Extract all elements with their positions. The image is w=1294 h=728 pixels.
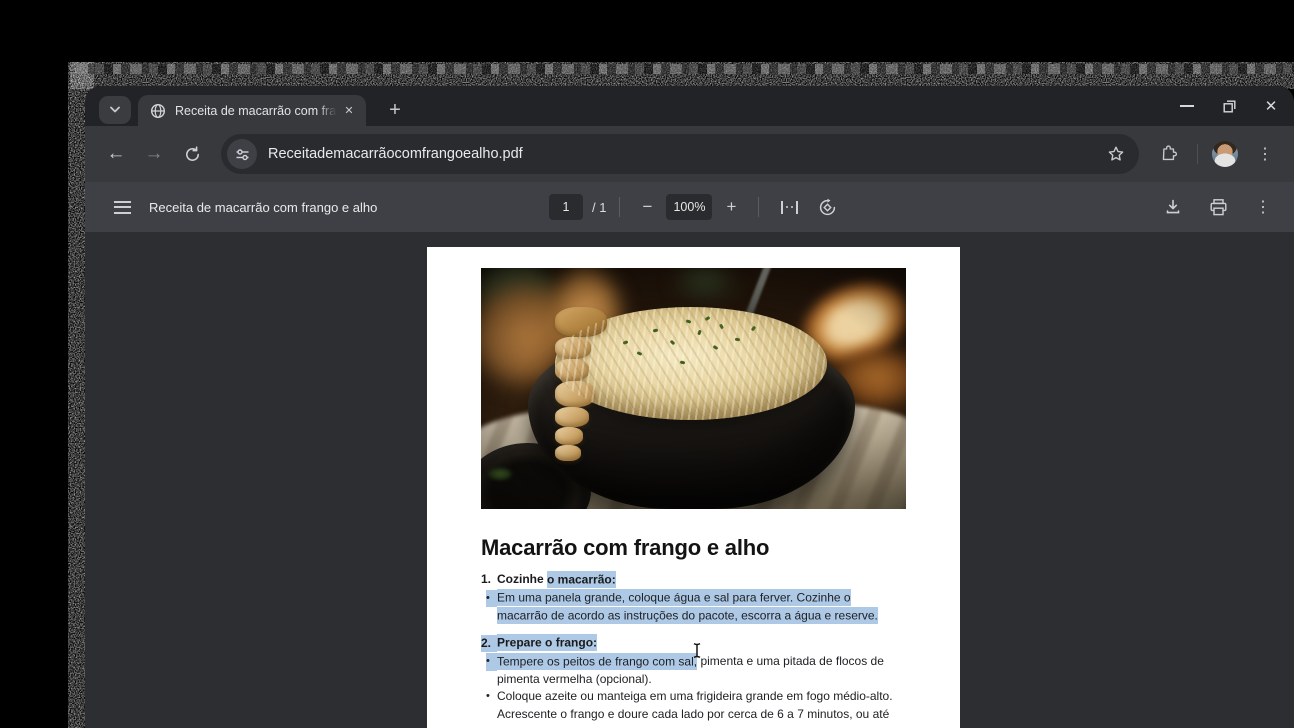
restore-icon [1223,100,1235,112]
kebab-icon: ⋮ [1257,146,1273,163]
recipe-line: 1. Cozinhe o macarrão: [481,570,921,589]
browser-menu-button[interactable]: ⋮ [1246,135,1284,173]
recipe-text: Acrescente o frango e doure cada lado po… [497,706,890,721]
selected-text: Em uma panela grande, coloque água e sal… [497,589,851,606]
list-marker: • [486,589,497,607]
hamburger-icon [113,200,131,214]
plus-icon: + [389,98,401,121]
window-edge-blocks [76,64,1294,74]
window-controls: ✕ [1172,91,1286,121]
tab-title: Receita de macarrão com fran [175,103,340,118]
toolbar-separator [1197,144,1198,164]
pdf-page: Macarrão com frango e alho 1. Cozinhe o m… [427,247,960,728]
pdf-doc-title: Receita de macarrão com frango e alho [149,199,378,215]
recipe-line: Acrescente o frango e doure cada lado po… [481,706,921,724]
selected-text: o macarrão: [547,570,616,588]
reload-button[interactable] [173,135,211,173]
kebab-icon: ⋮ [1255,199,1271,216]
recipe-text: Cozinhe [497,572,547,586]
back-button[interactable]: ← [97,135,135,173]
rotate-icon [819,198,836,215]
toolbar-right-cluster: ⋮ [1149,135,1284,173]
reload-icon [185,145,199,161]
recipe-line: • Em uma panela grande, coloque água e sa… [481,589,921,607]
recipe-text: pimenta vermelha (opcional). [497,671,652,686]
photo-vignette [481,268,906,509]
forward-button[interactable]: → [135,135,173,173]
globe-favicon-icon [150,103,166,118]
recipe-step-heading: 1. Cozinhe o macarrão: [481,570,921,589]
print-button[interactable] [1201,190,1235,224]
tune-icon [236,148,248,160]
site-settings-button[interactable] [227,139,257,169]
minus-icon: − [642,197,653,216]
restore-button[interactable] [1214,91,1244,121]
recipe-line: pimenta vermelha (opcional). [481,671,921,689]
new-tab-button[interactable]: + [381,96,409,124]
pdf-toolbar: Receita de macarrão com frango e alho 1 … [85,182,1294,232]
page-count-label: / 1 [592,199,607,215]
pdf-menu-button[interactable] [105,190,139,224]
omnibox[interactable]: Receitademacarrãocomfrangoealho.pdf [221,134,1139,174]
text-cursor-icon [693,642,701,659]
list-marker: • [486,690,490,702]
minimize-icon [1180,105,1194,107]
recipe-content: Macarrão com frango e alho 1. Cozinhe o m… [481,535,921,723]
recipe-line: macarrão de acordo as instruções do paco… [481,606,921,625]
zoom-level-input[interactable]: 100% [666,194,713,220]
pdf-more-button[interactable]: ⋮ [1246,190,1280,224]
close-window-button[interactable]: ✕ [1256,91,1286,121]
recipe-line: • Coloque azeite ou manteiga em uma frigi… [481,688,921,706]
selected-text: Prepare o frango: [497,634,598,651]
tab-close-button[interactable]: ✕ [340,102,358,120]
plus-icon: + [726,197,737,216]
recipe-title: Macarrão com frango e alho [481,535,770,560]
bookmark-button[interactable] [1099,137,1133,171]
tab-title-fade [318,103,340,118]
forward-icon: → [144,143,164,164]
recipe-text: pimenta e uma pitada de flocos de [697,654,884,668]
list-marker: 1. [481,572,492,586]
recipe-bullet: • Coloque azeite ou manteiga em uma frigi… [481,688,921,723]
minimize-button[interactable] [1172,91,1202,121]
selected-text: Tempere os peitos de frango com sal, [497,652,698,670]
page-number-input[interactable]: 1 [549,194,583,220]
recipe-photo-image [481,268,906,509]
puzzle-icon [1162,145,1178,161]
fit-width-button[interactable] [772,190,806,224]
profile-avatar[interactable] [1212,141,1238,167]
star-icon [1108,146,1124,161]
list-marker: • [486,653,497,671]
download-button[interactable] [1156,190,1190,224]
zoom-out-button[interactable]: − [633,193,661,221]
browser-window: Receita de macarrão com fran ✕ + ✕ ← → R… [85,86,1294,728]
list-marker: 2. [481,634,497,652]
tab-search-button[interactable] [99,96,131,124]
pdf-separator [758,197,760,217]
recipe-text: Coloque azeite ou manteiga em uma frigid… [497,689,893,703]
print-icon [1210,198,1227,215]
zoom-in-button[interactable]: + [717,193,745,221]
pdf-right-controls: ⋮ [1156,182,1280,232]
pdf-center-controls: 1 / 1 − 100% + [549,182,844,232]
back-icon: ← [106,143,126,164]
fit-width-icon [781,200,798,214]
download-icon [1166,199,1180,214]
recipe-bullet: • Em uma panela grande, coloque água e sa… [481,589,921,625]
browser-tab-strip: Receita de macarrão com fran ✕ + ✕ [85,86,1294,126]
close-icon: ✕ [344,105,354,117]
extensions-button[interactable] [1149,135,1187,173]
browser-toolbar: ← → Receitademacarrãocomfrangoealho.pdf [85,126,1294,182]
chevron-down-icon [110,106,120,113]
pdf-separator [619,197,621,217]
pdf-viewer[interactable]: Macarrão com frango e alho 1. Cozinhe o m… [85,232,1294,728]
url-text: Receitademacarrãocomfrangoealho.pdf [268,146,523,162]
close-icon: ✕ [1264,98,1278,115]
browser-tab[interactable]: Receita de macarrão com fran ✕ [138,95,366,126]
rotate-button[interactable] [810,190,844,224]
selected-text: macarrão de acordo as instruções do paco… [497,606,878,624]
